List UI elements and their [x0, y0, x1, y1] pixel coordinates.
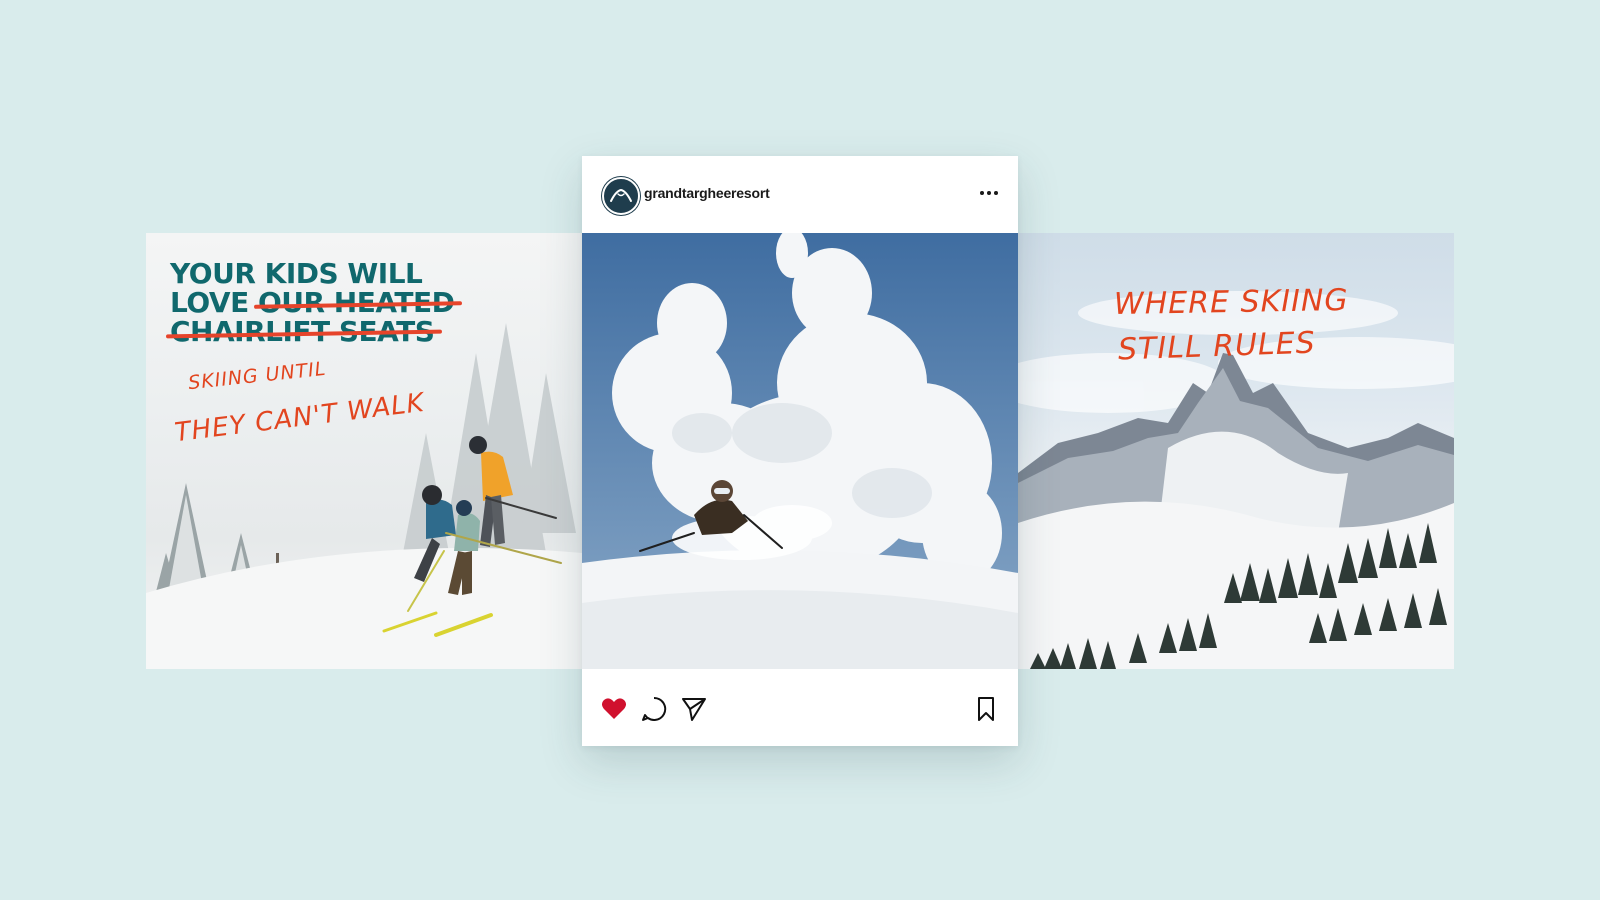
post-username[interactable]: grandtargheeresort: [644, 185, 770, 201]
headline-line-1: YOUR KIDS WILL: [170, 257, 423, 290]
handwritten-note-line-1: WHERE SKIING: [1113, 282, 1349, 323]
social-post-card: grandtargheeresort: [582, 156, 1018, 746]
headline-line-2: LOVE OUR HEATED: [170, 288, 550, 317]
headline-line-3: CHAIRLIFT SEATS: [170, 317, 550, 346]
post-photo-skier-powder[interactable]: [582, 233, 1018, 669]
comment-bubble-icon[interactable]: [640, 695, 668, 723]
handwritten-note-line-2: STILL RULES: [1117, 325, 1317, 368]
ad-headline: YOUR KIDS WILL LOVE OUR HEATED CHAIRLIFT…: [170, 259, 550, 346]
right-ad-tile: WHERE SKIING STILL RULES: [1018, 233, 1454, 669]
headline-struck-text-2: CHAIRLIFT SEATS: [170, 315, 435, 348]
mountain-logo-icon[interactable]: [602, 177, 640, 215]
bookmark-icon[interactable]: [972, 695, 1000, 723]
headline-struck-text-1: OUR HEATED: [257, 286, 455, 319]
post-action-bar: [582, 669, 1018, 746]
heart-filled-icon[interactable]: [600, 695, 628, 723]
paper-plane-icon[interactable]: [680, 695, 708, 723]
powder-skier-scene: [582, 233, 1018, 669]
post-header: grandtargheeresort: [582, 156, 1018, 233]
canvas: YOUR KIDS WILL LOVE OUR HEATED CHAIRLIFT…: [0, 0, 1600, 900]
more-dots-icon[interactable]: [978, 184, 1000, 202]
left-ad-tile: YOUR KIDS WILL LOVE OUR HEATED CHAIRLIFT…: [146, 233, 582, 669]
